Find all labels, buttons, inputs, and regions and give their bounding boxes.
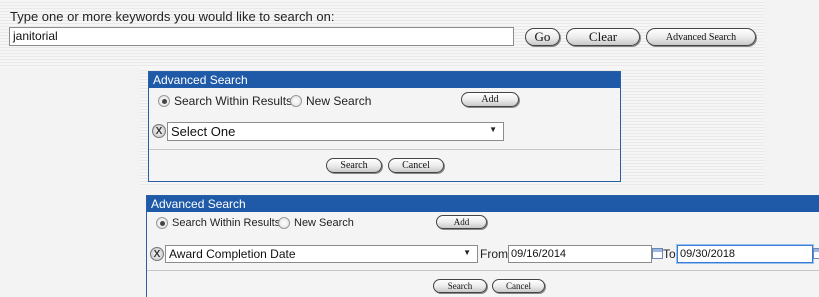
panel2-field-select[interactable]: Award Completion Date ▼: [165, 245, 478, 263]
panel2-search-label: Search: [447, 281, 473, 291]
panel1-cancel-label: Cancel: [402, 160, 430, 171]
calendar-icon[interactable]: [813, 248, 819, 259]
panel1-title: Advanced Search: [149, 72, 620, 88]
panel2-divider: [147, 270, 819, 271]
advanced-search-panel-1: Advanced Search Search Within Results Ne…: [148, 71, 621, 182]
panel1-field-value: Select One: [171, 124, 236, 139]
panel1-within-label: Search Within Results: [174, 94, 293, 108]
radio-selected-icon[interactable]: [156, 217, 168, 229]
to-label: To: [663, 247, 676, 261]
panel2-add-button[interactable]: Add: [436, 215, 487, 229]
panel2-new-option[interactable]: New Search: [278, 217, 354, 229]
advanced-search-button-label: Advanced Search: [665, 31, 737, 43]
calendar-icon[interactable]: [652, 248, 663, 259]
advanced-search-button[interactable]: Advanced Search: [646, 28, 756, 46]
radio-unselected-icon[interactable]: [278, 217, 290, 229]
remove-criteria-icon[interactable]: X: [150, 247, 164, 261]
panel1-search-button[interactable]: Search: [326, 158, 382, 173]
panel1-field-select[interactable]: Select One ▼: [167, 122, 504, 141]
panel2-within-option[interactable]: Search Within Results: [156, 217, 280, 229]
to-date-value: 09/30/2018: [680, 248, 736, 260]
dropdown-arrow-icon: ▼: [463, 248, 471, 257]
from-label: From: [480, 247, 508, 261]
panel1-add-button[interactable]: Add: [461, 92, 519, 107]
panel2-search-button[interactable]: Search: [433, 279, 487, 293]
dropdown-arrow-icon: ▼: [489, 125, 497, 134]
advanced-search-panel-2: Advanced Search Search Within Results Ne…: [146, 195, 819, 297]
clear-button-label: Clear: [588, 29, 618, 44]
panel2-cancel-label: Cancel: [506, 281, 531, 291]
panel2-field-value: Award Completion Date: [169, 247, 296, 261]
panel1-cancel-button[interactable]: Cancel: [388, 158, 444, 173]
to-date-input[interactable]: 09/30/2018: [677, 245, 813, 263]
panel2-new-label: New Search: [294, 217, 354, 229]
radio-unselected-icon[interactable]: [290, 95, 302, 107]
panel1-new-label: New Search: [306, 94, 372, 108]
panel1-add-label: Add: [481, 94, 499, 105]
panel1-new-option[interactable]: New Search: [290, 94, 371, 108]
keyword-input[interactable]: janitorial: [9, 27, 514, 46]
panel1-within-option[interactable]: Search Within Results: [158, 94, 292, 108]
panel1-search-label: Search: [340, 160, 368, 171]
go-button[interactable]: Go: [525, 28, 560, 46]
keyword-search-area: Type one or more keywords you would like…: [0, 0, 764, 68]
panel2-title: Advanced Search: [147, 196, 819, 212]
go-button-label: Go: [534, 29, 551, 44]
search-prompt: Type one or more keywords you would like…: [10, 9, 335, 24]
panel2-cancel-button[interactable]: Cancel: [492, 279, 545, 293]
radio-selected-icon[interactable]: [158, 95, 170, 107]
clear-button[interactable]: Clear: [566, 28, 640, 46]
from-date-value: 09/16/2014: [511, 248, 567, 260]
from-date-input[interactable]: 09/16/2014: [508, 245, 652, 263]
panel2-add-label: Add: [453, 217, 470, 227]
remove-criteria-icon[interactable]: X: [152, 124, 166, 138]
panel1-divider: [149, 149, 620, 150]
panel2-within-label: Search Within Results: [172, 217, 281, 229]
